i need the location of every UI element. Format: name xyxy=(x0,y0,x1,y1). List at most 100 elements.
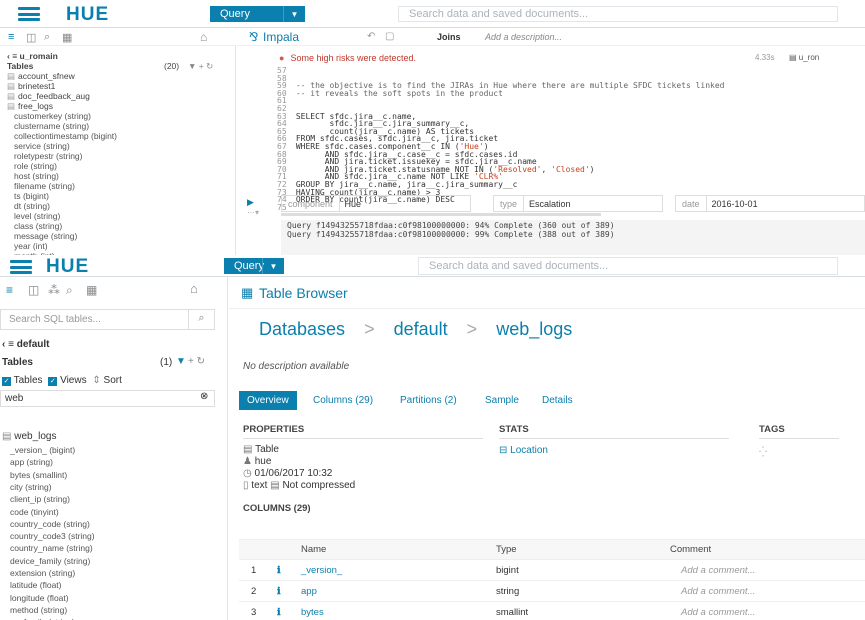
sql-editor[interactable]: 57 58 59 -- the objective is to find the… xyxy=(277,67,862,213)
filter-icon[interactable]: ▼ xyxy=(176,356,186,367)
filter-add-refresh-icons[interactable]: ▼ + ↻ xyxy=(188,61,213,71)
column-item[interactable]: roletypestr (string) xyxy=(14,151,83,161)
undo-icon[interactable]: ↶ xyxy=(367,31,375,42)
documents-icon[interactable]: ◫ xyxy=(28,283,39,297)
redo-icon[interactable]: ▢ xyxy=(385,31,394,42)
column-item[interactable]: role (string) xyxy=(14,161,57,171)
global-search-input[interactable]: Search data and saved documents... xyxy=(398,6,838,22)
table-description[interactable]: No description available xyxy=(243,361,349,372)
column-item[interactable]: customerkey (string) xyxy=(14,111,91,121)
column-item[interactable]: _version_ (bigint) xyxy=(10,445,75,455)
column-name[interactable]: bytes xyxy=(301,607,324,618)
col-header-name[interactable]: Name xyxy=(301,544,326,555)
search-icon[interactable]: ⌕ xyxy=(188,310,214,329)
folder-icon[interactable]: ⌂ xyxy=(190,281,198,296)
description-field[interactable]: Add a description... xyxy=(485,32,562,42)
column-item[interactable]: dt (string) xyxy=(14,201,50,211)
param-date[interactable]: date 2016-10-01 xyxy=(675,195,865,212)
tables-checkbox[interactable]: ✓ xyxy=(2,377,11,386)
tab-0[interactable]: Overview xyxy=(239,391,297,410)
column-item[interactable]: app (string) xyxy=(10,457,53,467)
db-indicator[interactable]: ▤ u_ron xyxy=(789,53,819,62)
column-item[interactable]: extension (string) xyxy=(10,568,75,578)
settings-icon[interactable]: ⋯▾ xyxy=(247,208,259,217)
editor-scrollbar[interactable] xyxy=(281,213,601,216)
column-item[interactable]: clustername (string) xyxy=(14,121,89,131)
sort-label[interactable]: Sort xyxy=(104,375,122,386)
table-item[interactable]: ▤ doc_feedback_aug xyxy=(7,91,90,101)
table-row[interactable]: 2 ℹ app string Add a comment... xyxy=(239,580,865,601)
crumb-databases[interactable]: Databases xyxy=(259,319,345,339)
column-item[interactable]: host (string) xyxy=(14,171,59,181)
database-icon[interactable]: ≡ xyxy=(8,31,14,43)
hamburger-menu-icon[interactable] xyxy=(10,260,32,274)
col-header-type[interactable]: Type xyxy=(496,544,517,555)
column-name[interactable]: app xyxy=(301,586,317,597)
table-filter-input[interactable]: web xyxy=(0,390,215,407)
chevron-down-icon[interactable]: ▼ xyxy=(283,6,305,22)
search-icon[interactable]: ⌕ xyxy=(66,283,73,298)
hamburger-menu-icon[interactable] xyxy=(18,7,40,21)
column-item[interactable]: level (string) xyxy=(14,211,60,221)
col-header-comment[interactable]: Comment xyxy=(670,544,711,555)
column-item[interactable]: year (int) xyxy=(14,241,48,251)
query-button[interactable]: Query ▼ xyxy=(210,6,305,22)
column-item[interactable]: ts (bigint) xyxy=(14,191,49,201)
collections-icon[interactable]: ⁂ xyxy=(48,283,60,297)
global-search-input[interactable]: Search data and saved documents... xyxy=(418,257,838,275)
sort-icon[interactable]: ⇕ xyxy=(92,375,100,386)
tab-1[interactable]: Columns (29) xyxy=(313,395,373,406)
tab-3[interactable]: Sample xyxy=(485,395,519,406)
sql-tables-search[interactable]: Search SQL tables... xyxy=(0,309,215,330)
search-icon[interactable]: ⌕ xyxy=(44,31,50,44)
add-refresh-icons[interactable]: + ↻ xyxy=(188,356,205,367)
database-icon[interactable]: ≡ xyxy=(6,283,13,297)
db-back-link[interactable]: ‹ ≡ u_romain xyxy=(7,51,58,61)
table-item-web-logs[interactable]: ▤ web_logs xyxy=(2,431,57,442)
column-item[interactable]: collectiontimestamp (bigint) xyxy=(14,131,117,141)
table-row[interactable]: 3 ℹ bytes smallint Add a comment... xyxy=(239,601,865,620)
engine-title[interactable]: Impala xyxy=(263,30,299,44)
column-item[interactable]: latitude (float) xyxy=(10,580,62,590)
folder-icon[interactable]: ⌂ xyxy=(200,30,207,44)
documents-icon[interactable]: ◫ xyxy=(26,31,36,44)
info-icon[interactable]: ℹ xyxy=(277,565,281,576)
column-name[interactable]: _version_ xyxy=(301,565,342,576)
column-item[interactable]: message (string) xyxy=(14,231,77,241)
column-item[interactable]: bytes (smallint) xyxy=(10,470,67,480)
chevron-down-icon[interactable]: ▼ xyxy=(262,258,284,274)
tab-2[interactable]: Partitions (2) xyxy=(400,395,457,406)
column-item[interactable]: method (string) xyxy=(10,605,67,615)
info-icon[interactable]: ℹ xyxy=(277,607,281,618)
column-comment[interactable]: Add a comment... xyxy=(681,565,755,576)
column-item[interactable]: city (string) xyxy=(10,482,52,492)
column-comment[interactable]: Add a comment... xyxy=(681,586,755,597)
query-button[interactable]: Query ▼ xyxy=(224,258,284,274)
column-item[interactable]: country_code3 (string) xyxy=(10,531,95,541)
table-item[interactable]: ▤ free_logs xyxy=(7,101,53,111)
column-item[interactable]: longitude (float) xyxy=(10,593,69,603)
column-item[interactable]: service (string) xyxy=(14,141,70,151)
joins-label[interactable]: Joins xyxy=(437,32,461,42)
column-item[interactable]: client_ip (string) xyxy=(10,494,70,504)
column-comment[interactable]: Add a comment... xyxy=(681,607,755,618)
param-type[interactable]: type Escalation xyxy=(493,195,663,212)
column-item[interactable]: country_name (string) xyxy=(10,543,93,553)
info-icon[interactable]: ℹ xyxy=(277,586,281,597)
table-row[interactable]: 1 ℹ _version_ bigint Add a comment... xyxy=(239,559,865,580)
play-icon[interactable]: ▶ xyxy=(247,197,254,208)
table-item[interactable]: ▤ account_sfnew xyxy=(7,71,75,81)
column-item[interactable]: device_family (string) xyxy=(10,556,90,566)
column-item[interactable]: class (string) xyxy=(14,221,62,231)
location-link[interactable]: ⊟ Location xyxy=(499,445,548,456)
grid-icon[interactable]: ▦ xyxy=(62,31,72,44)
table-item[interactable]: ▤ brinetest1 xyxy=(7,81,55,91)
crumb-default[interactable]: default xyxy=(394,319,448,339)
column-item[interactable]: country_code (string) xyxy=(10,519,90,529)
tab-4[interactable]: Details xyxy=(542,395,573,406)
db-back-link[interactable]: ‹ ≡ default xyxy=(2,339,50,350)
clear-filter-icon[interactable]: ⊗ xyxy=(200,391,208,402)
param-component[interactable]: component Hue xyxy=(281,195,471,212)
views-checkbox[interactable]: ✓ xyxy=(48,377,58,386)
grid-icon[interactable]: ▦ xyxy=(86,283,97,297)
